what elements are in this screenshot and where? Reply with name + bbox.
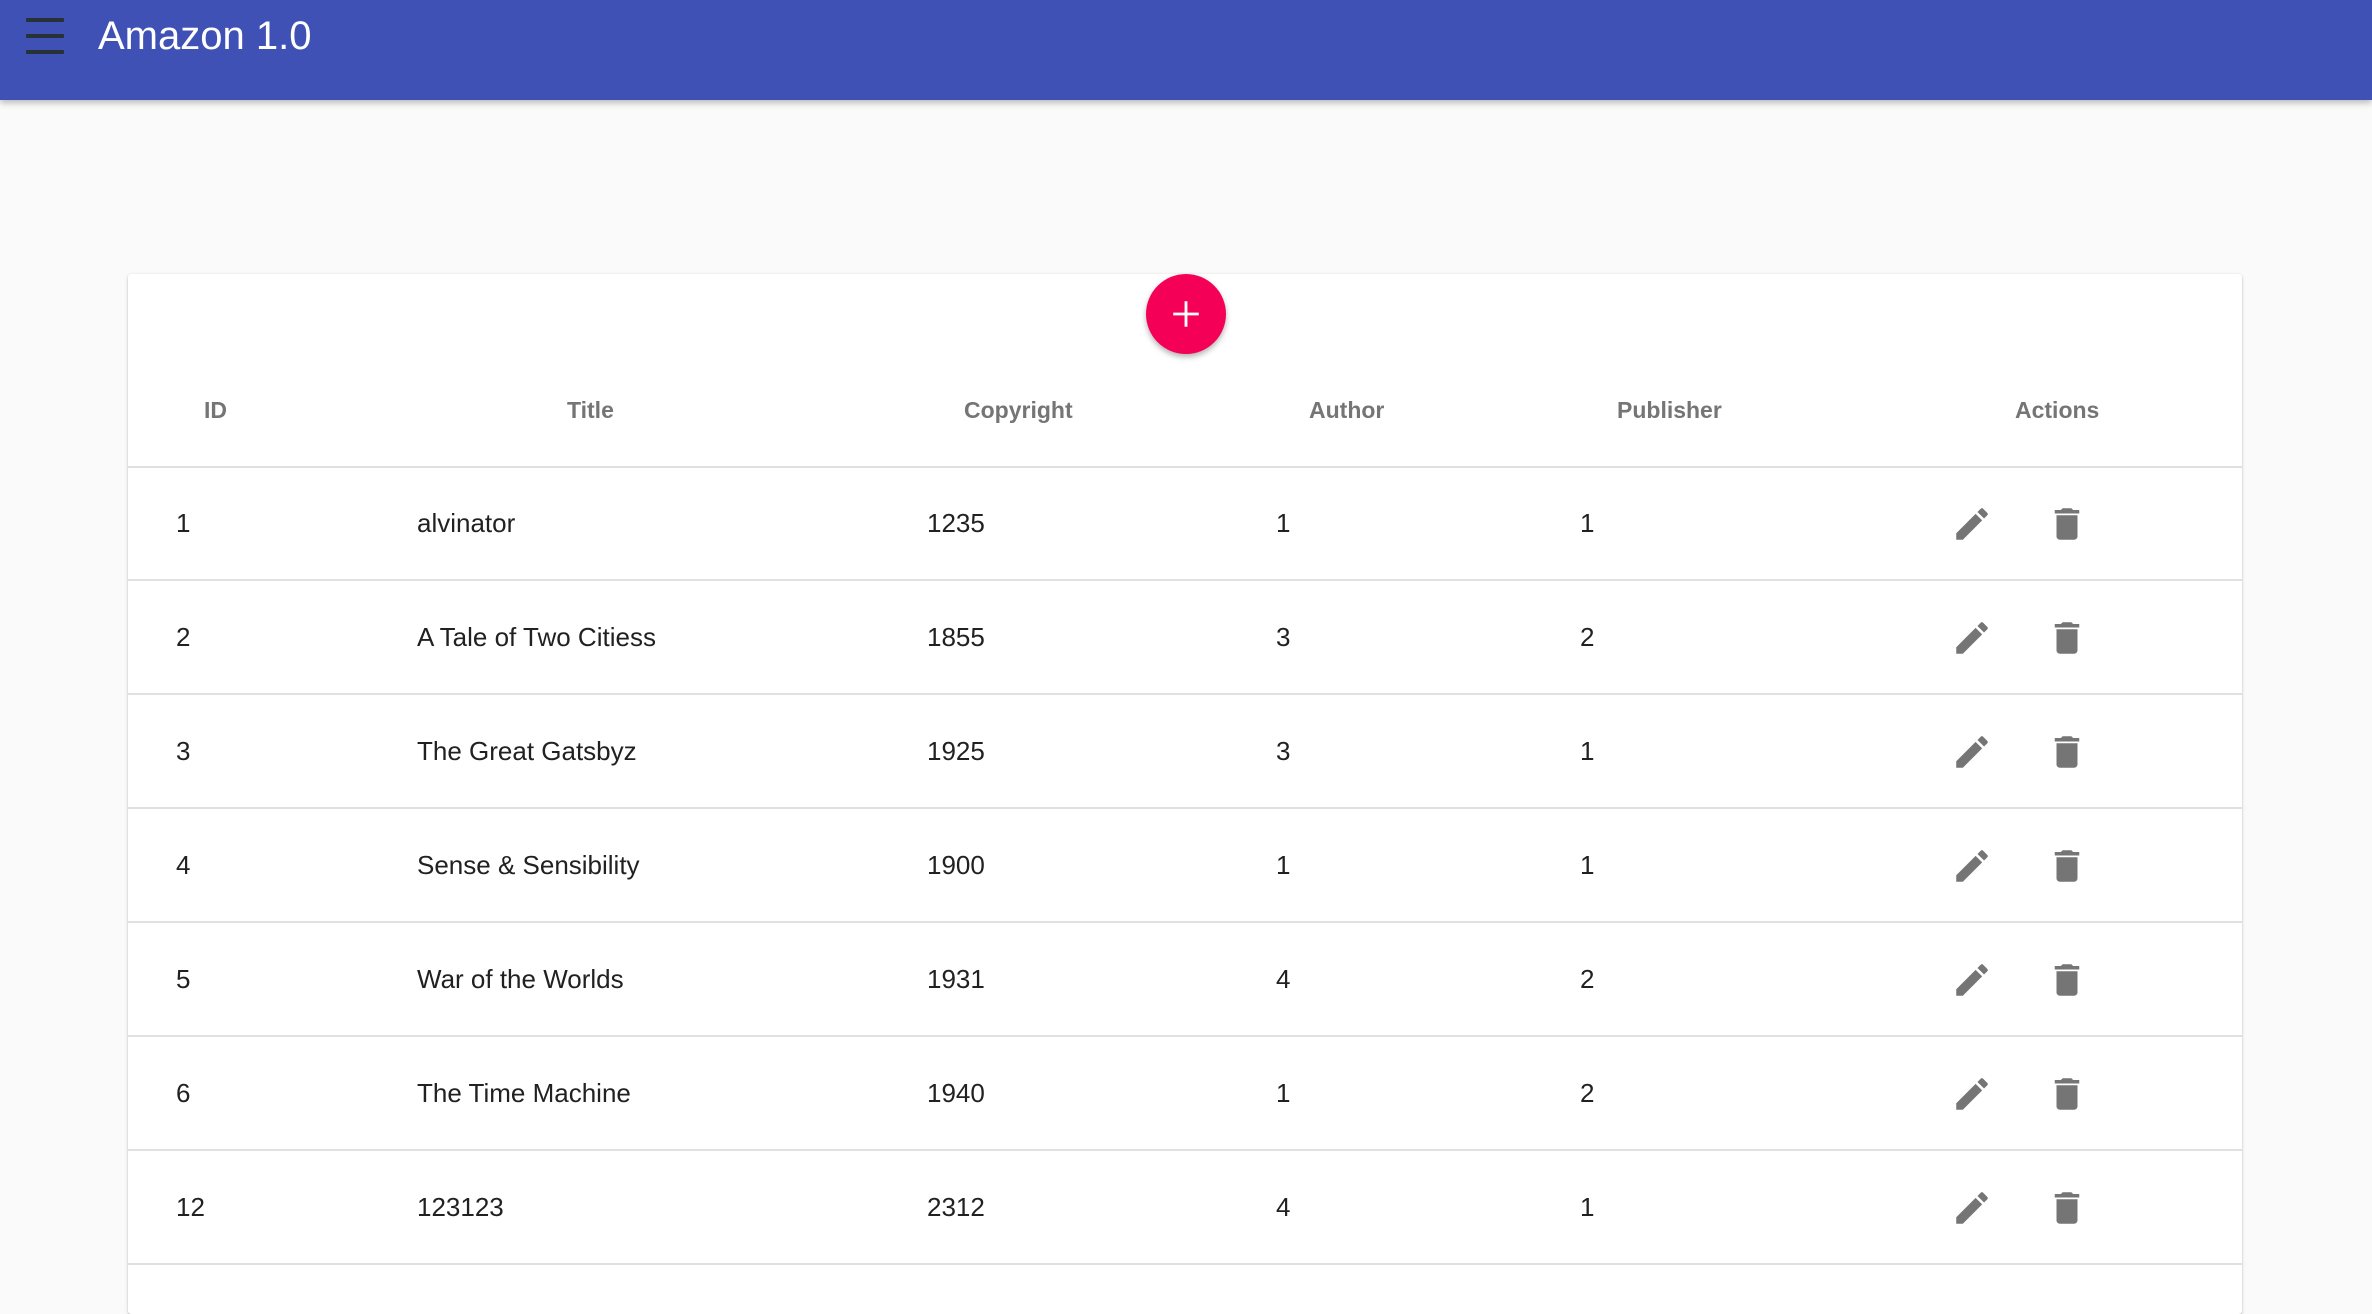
column-header-id[interactable]: ID — [204, 362, 227, 462]
cell-copyright: 1855 — [927, 622, 985, 652]
menu-icon-line — [26, 50, 64, 54]
app-bar: Amazon 1.0 — [0, 0, 2372, 100]
cell-id: 5 — [176, 964, 191, 994]
edit-icon[interactable] — [1951, 845, 1993, 887]
cell-title: The Time Machine — [417, 1078, 631, 1108]
delete-icon[interactable] — [2046, 731, 2088, 773]
delete-icon[interactable] — [2046, 1187, 2088, 1229]
cell-author: 1 — [1276, 508, 1291, 538]
delete-icon[interactable] — [2046, 845, 2088, 887]
cell-id: 6 — [176, 1078, 191, 1108]
cell-author: 4 — [1276, 964, 1291, 994]
cell-publisher: 1 — [1580, 1192, 1595, 1222]
cell-id: 12 — [176, 1192, 205, 1222]
cell-title: A Tale of Two Citiess — [417, 622, 656, 652]
edit-icon[interactable] — [1951, 731, 1993, 773]
table-row: 3 The Great Gatsbyz 1925 3 1 — [128, 695, 2242, 809]
cell-id: 2 — [176, 622, 191, 652]
cell-id: 3 — [176, 736, 191, 766]
cell-title: alvinator — [417, 508, 516, 538]
menu-icon-line — [26, 18, 64, 22]
cell-publisher: 1 — [1580, 850, 1595, 880]
column-header-copyright[interactable]: Copyright — [964, 362, 1073, 462]
cell-title: 123123 — [417, 1192, 504, 1222]
add-icon — [1173, 301, 1199, 327]
menu-icon-line — [26, 34, 64, 38]
cell-publisher: 2 — [1580, 1078, 1595, 1108]
table-header: ID Title Copyright Author Publisher Acti… — [128, 362, 2242, 468]
cell-author: 1 — [1276, 1078, 1291, 1108]
table-row: 4 Sense & Sensibility 1900 1 1 — [128, 809, 2242, 923]
column-header-author[interactable]: Author — [1309, 362, 1384, 462]
delete-icon[interactable] — [2046, 617, 2088, 659]
cell-copyright: 2312 — [927, 1192, 985, 1222]
delete-icon[interactable] — [2046, 1073, 2088, 1115]
edit-icon[interactable] — [1951, 503, 1993, 545]
cell-title: War of the Worlds — [417, 964, 624, 994]
cell-author: 3 — [1276, 736, 1291, 766]
edit-icon[interactable] — [1951, 617, 1993, 659]
cell-publisher: 1 — [1580, 736, 1595, 766]
cell-copyright: 1925 — [927, 736, 985, 766]
edit-icon[interactable] — [1951, 1187, 1993, 1229]
table-row: 1 alvinator 1235 1 1 — [128, 467, 2242, 581]
column-header-publisher[interactable]: Publisher — [1617, 362, 1722, 462]
cell-title: Sense & Sensibility — [417, 850, 640, 880]
cell-publisher: 2 — [1580, 622, 1595, 652]
edit-icon[interactable] — [1951, 1073, 1993, 1115]
table-row: 2 A Tale of Two Citiess 1855 3 2 — [128, 581, 2242, 695]
cell-copyright: 1940 — [927, 1078, 985, 1108]
add-book-button[interactable] — [1146, 274, 1226, 354]
column-header-title[interactable]: Title — [567, 362, 614, 462]
menu-icon[interactable] — [26, 18, 74, 54]
table-row: 12 123123 2312 4 1 — [128, 1151, 2242, 1265]
table-row: 6 The Time Machine 1940 1 2 — [128, 1037, 2242, 1151]
cell-author: 3 — [1276, 622, 1291, 652]
delete-icon[interactable] — [2046, 503, 2088, 545]
column-header-actions: Actions — [2015, 397, 2100, 423]
cell-publisher: 2 — [1580, 964, 1595, 994]
cell-id: 4 — [176, 850, 191, 880]
cell-author: 4 — [1276, 1192, 1291, 1222]
delete-icon[interactable] — [2046, 959, 2088, 1001]
cell-id: 1 — [176, 508, 191, 538]
cell-copyright: 1900 — [927, 850, 985, 880]
cell-author: 1 — [1276, 850, 1291, 880]
app-title: Amazon 1.0 — [98, 14, 312, 58]
cell-publisher: 1 — [1580, 508, 1595, 538]
table-row: 5 War of the Worlds 1931 4 2 — [128, 923, 2242, 1037]
cell-copyright: 1931 — [927, 964, 985, 994]
edit-icon[interactable] — [1951, 959, 1993, 1001]
cell-copyright: 1235 — [927, 508, 985, 538]
cell-title: The Great Gatsbyz — [417, 736, 637, 766]
